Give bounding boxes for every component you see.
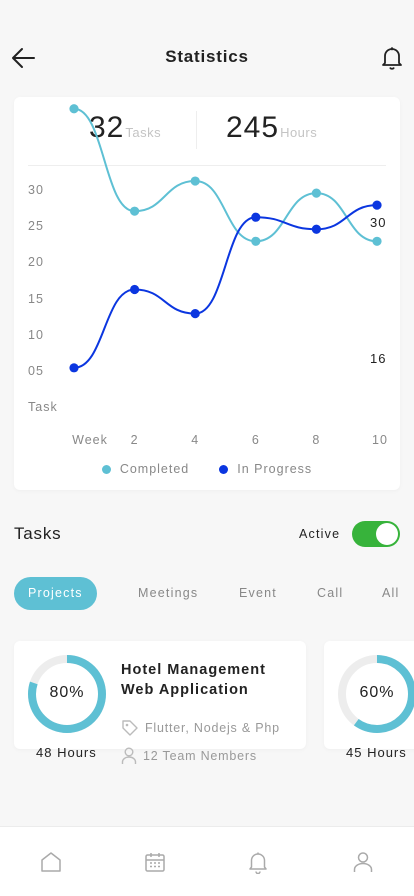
data-point bbox=[190, 176, 200, 186]
active-toggle-label: Active bbox=[299, 527, 341, 541]
data-point bbox=[69, 104, 79, 114]
project-members: 12 Team Nembers bbox=[121, 747, 257, 765]
statistics-card: 32 Tasks 245 Hours 30 25 20 15 10 05 Task Week 2… bbox=[14, 97, 400, 490]
x-tick-label: 4 bbox=[191, 433, 199, 447]
filter-tab-projects[interactable]: Projects bbox=[14, 577, 97, 610]
filter-tab-call[interactable]: Call bbox=[317, 577, 343, 610]
project-tags: Flutter, Nodejs & Php bbox=[121, 719, 280, 737]
series-line-in-progress bbox=[73, 204, 378, 369]
bell-icon[interactable] bbox=[246, 850, 270, 874]
data-point bbox=[251, 212, 261, 222]
project-members-text: 12 Team Nembers bbox=[143, 749, 257, 763]
filter-tab-all[interactable]: All bbox=[382, 577, 400, 610]
progress-percent: 60% bbox=[359, 684, 395, 701]
x-tick-label: 6 bbox=[252, 433, 260, 447]
chart-legend: Completed In Progress bbox=[14, 462, 400, 476]
tag-icon bbox=[122, 720, 138, 736]
legend-item-in-progress: In Progress bbox=[219, 462, 312, 476]
series-line-completed bbox=[73, 107, 378, 243]
y-tick-label: 25 bbox=[28, 219, 44, 233]
page-title: Statistics bbox=[165, 47, 249, 66]
legend-label-in-progress: In Progress bbox=[237, 462, 313, 476]
x-tick-label: 2 bbox=[131, 433, 139, 447]
project-card[interactable]: 60% 45 Hours bbox=[324, 641, 414, 760]
line-chart: 30 25 20 15 10 05 Task Week 2 4 6 8 10 30 16 bbox=[28, 104, 388, 447]
user-icon bbox=[121, 747, 137, 764]
y-tick-label: 05 bbox=[28, 364, 44, 378]
data-point bbox=[311, 188, 321, 198]
bell-icon[interactable] bbox=[380, 45, 404, 71]
data-point bbox=[130, 284, 140, 295]
data-point bbox=[311, 224, 321, 234]
active-toggle[interactable] bbox=[352, 521, 400, 547]
project-hours: 45 Hours bbox=[346, 745, 407, 760]
data-point bbox=[372, 236, 382, 246]
bottom-nav bbox=[0, 826, 414, 896]
calendar-icon[interactable] bbox=[143, 850, 167, 874]
toggle-knob bbox=[376, 523, 398, 545]
legend-item-completed: Completed bbox=[101, 462, 190, 476]
data-point bbox=[190, 309, 200, 319]
legend-dot-in-progress bbox=[219, 464, 229, 474]
y-tick-label: 10 bbox=[28, 328, 44, 342]
project-hours: 48 Hours bbox=[36, 745, 97, 760]
data-point bbox=[130, 206, 140, 216]
y-tick-label: 15 bbox=[28, 292, 44, 306]
app-header: Statistics bbox=[0, 0, 414, 100]
data-point bbox=[69, 363, 79, 373]
legend-dot-completed bbox=[101, 464, 111, 474]
project-title: Hotel Management Web Application bbox=[121, 662, 266, 698]
x-tick-label: 8 bbox=[312, 433, 320, 447]
project-tags-text: Flutter, Nodejs & Php bbox=[145, 721, 280, 735]
progress-percent: 80% bbox=[49, 684, 85, 701]
y-tick-label: 30 bbox=[28, 183, 44, 197]
tasks-section-title: Tasks bbox=[14, 524, 62, 543]
data-point bbox=[251, 236, 261, 246]
y-tick-label: Task bbox=[28, 400, 58, 414]
x-tick-label: Week bbox=[72, 433, 108, 447]
series-end-label: 16 bbox=[370, 351, 386, 366]
home-icon[interactable] bbox=[39, 850, 63, 874]
user-icon[interactable] bbox=[351, 850, 375, 874]
project-card[interactable]: 80% 48 Hours Hotel Management Web Applic… bbox=[14, 641, 306, 764]
legend-label-completed: Completed bbox=[119, 462, 190, 476]
y-tick-label: 20 bbox=[28, 255, 44, 269]
series-end-label: 30 bbox=[370, 215, 386, 230]
x-tick-label: 10 bbox=[372, 433, 388, 447]
filter-tab-meetings[interactable]: Meetings bbox=[138, 577, 198, 610]
data-point bbox=[372, 200, 382, 210]
filter-tab-event[interactable]: Event bbox=[239, 577, 277, 610]
